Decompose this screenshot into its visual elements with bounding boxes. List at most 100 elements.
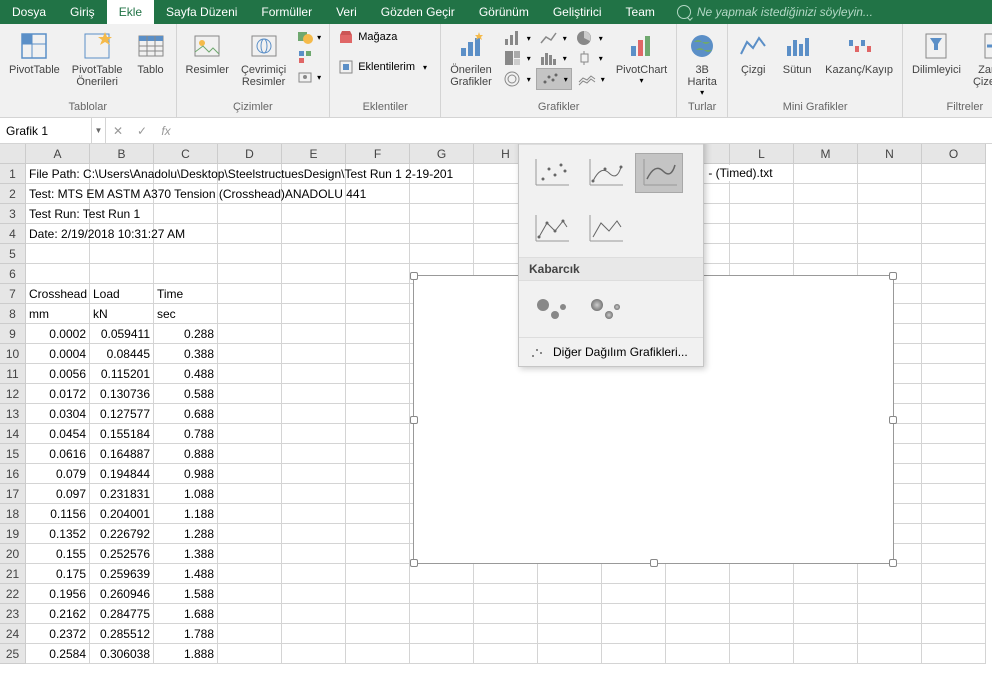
scatter-smooth-markers-option[interactable] <box>581 153 629 193</box>
cell-O10[interactable] <box>922 344 986 364</box>
cell-E22[interactable] <box>282 584 346 604</box>
cell-L25[interactable] <box>730 644 794 664</box>
screenshot-button[interactable]: ▾ <box>294 68 324 86</box>
cell-C11[interactable]: 0.488 <box>154 364 218 384</box>
row-header-23[interactable]: 23 <box>0 604 26 624</box>
cell-B9[interactable]: 0.059411 <box>90 324 154 344</box>
cell-B12[interactable]: 0.130736 <box>90 384 154 404</box>
cell-F13[interactable] <box>346 404 410 424</box>
row-header-7[interactable]: 7 <box>0 284 26 304</box>
cell-B10[interactable]: 0.08445 <box>90 344 154 364</box>
cell-L2[interactable] <box>730 184 794 204</box>
scatter-smooth-option[interactable] <box>635 153 683 193</box>
cell-F21[interactable] <box>346 564 410 584</box>
cell-O15[interactable] <box>922 444 986 464</box>
col-header-L[interactable]: L <box>730 144 794 164</box>
sparkline-winloss-button[interactable]: Kazanç/Kayıp <box>821 28 897 78</box>
cell-D22[interactable] <box>218 584 282 604</box>
scatter-straight-option[interactable] <box>581 209 629 249</box>
col-header-N[interactable]: N <box>858 144 922 164</box>
cell-O22[interactable] <box>922 584 986 604</box>
surface-button[interactable]: ▾ <box>574 68 608 90</box>
cell-A11[interactable]: 0.0056 <box>26 364 90 384</box>
row-header-8[interactable]: 8 <box>0 304 26 324</box>
cell-L21[interactable] <box>730 564 794 584</box>
cell-J24[interactable] <box>602 624 666 644</box>
cell-O21[interactable] <box>922 564 986 584</box>
row-header-10[interactable]: 10 <box>0 344 26 364</box>
cell-C17[interactable]: 1.088 <box>154 484 218 504</box>
cell-G22[interactable] <box>410 584 474 604</box>
cell-E20[interactable] <box>282 544 346 564</box>
cell-A15[interactable]: 0.0616 <box>26 444 90 464</box>
cell-F18[interactable] <box>346 504 410 524</box>
scatter-button[interactable]: ▾ <box>536 68 572 90</box>
cell-C6[interactable] <box>154 264 218 284</box>
fx-icon[interactable]: fx <box>154 118 178 143</box>
cell-N25[interactable] <box>858 644 922 664</box>
row-header-5[interactable]: 5 <box>0 244 26 264</box>
cell-B18[interactable]: 0.204001 <box>90 504 154 524</box>
column-chart-button[interactable]: ▾ <box>500 28 534 48</box>
tab-formuller[interactable]: Formüller <box>249 0 324 24</box>
cell-E4[interactable] <box>282 224 346 244</box>
cell-B20[interactable]: 0.252576 <box>90 544 154 564</box>
tab-ekle[interactable]: Ekle <box>107 0 154 24</box>
shapes-button[interactable]: ▾ <box>294 28 324 46</box>
cell-B16[interactable]: 0.194844 <box>90 464 154 484</box>
recommended-charts-button[interactable]: Önerilen Grafikler <box>446 28 496 90</box>
more-scatter-charts-option[interactable]: Diğer Dağılım Grafikleri... <box>519 337 703 366</box>
cell-L3[interactable] <box>730 204 794 224</box>
cell-O25[interactable] <box>922 644 986 664</box>
pictures-button[interactable]: Resimler <box>182 28 233 78</box>
cell-B13[interactable]: 0.127577 <box>90 404 154 424</box>
row-header-15[interactable]: 15 <box>0 444 26 464</box>
cell-A20[interactable]: 0.155 <box>26 544 90 564</box>
cell-C22[interactable]: 1.588 <box>154 584 218 604</box>
name-box-input[interactable] <box>6 124 85 138</box>
cell-B25[interactable]: 0.306038 <box>90 644 154 664</box>
cell-O3[interactable] <box>922 204 986 224</box>
resize-handle-nw[interactable] <box>410 272 418 280</box>
cell-J23[interactable] <box>602 604 666 624</box>
tab-dosya[interactable]: Dosya <box>0 0 58 24</box>
cell-D8[interactable] <box>218 304 282 324</box>
cell-E5[interactable] <box>282 244 346 264</box>
cell-D12[interactable] <box>218 384 282 404</box>
cell-M3[interactable] <box>794 204 858 224</box>
name-box-dropdown[interactable]: ▼ <box>92 118 106 143</box>
cell-I22[interactable] <box>538 584 602 604</box>
cell-B15[interactable]: 0.164887 <box>90 444 154 464</box>
row-header-24[interactable]: 24 <box>0 624 26 644</box>
sparkline-column-button[interactable]: Sütun <box>777 28 817 78</box>
cell-O14[interactable] <box>922 424 986 444</box>
cell-O20[interactable] <box>922 544 986 564</box>
cell-D10[interactable] <box>218 344 282 364</box>
cell-I23[interactable] <box>538 604 602 624</box>
cell-C21[interactable]: 1.488 <box>154 564 218 584</box>
line-chart-button[interactable]: ▾ <box>536 28 570 48</box>
pivottable-recommend-button[interactable]: PivotTable Önerileri <box>68 28 127 90</box>
cell-C3[interactable] <box>154 204 218 224</box>
col-header-B[interactable]: B <box>90 144 154 164</box>
cell-D23[interactable] <box>218 604 282 624</box>
cell-N2[interactable] <box>858 184 922 204</box>
tab-giris[interactable]: Giriş <box>58 0 107 24</box>
cell-I21[interactable] <box>538 564 602 584</box>
cell-D16[interactable] <box>218 464 282 484</box>
row-header-20[interactable]: 20 <box>0 544 26 564</box>
cell-F9[interactable] <box>346 324 410 344</box>
cell-F12[interactable] <box>346 384 410 404</box>
cell-L23[interactable] <box>730 604 794 624</box>
cell-C16[interactable]: 0.988 <box>154 464 218 484</box>
row-header-17[interactable]: 17 <box>0 484 26 504</box>
cell-E21[interactable] <box>282 564 346 584</box>
cell-C5[interactable] <box>154 244 218 264</box>
cell-O19[interactable] <box>922 524 986 544</box>
cell-D14[interactable] <box>218 424 282 444</box>
cell-M2[interactable] <box>794 184 858 204</box>
cell-F15[interactable] <box>346 444 410 464</box>
cell-A13[interactable]: 0.0304 <box>26 404 90 424</box>
addins-button[interactable]: Eklentilerim▾ <box>335 58 435 76</box>
cell-D19[interactable] <box>218 524 282 544</box>
